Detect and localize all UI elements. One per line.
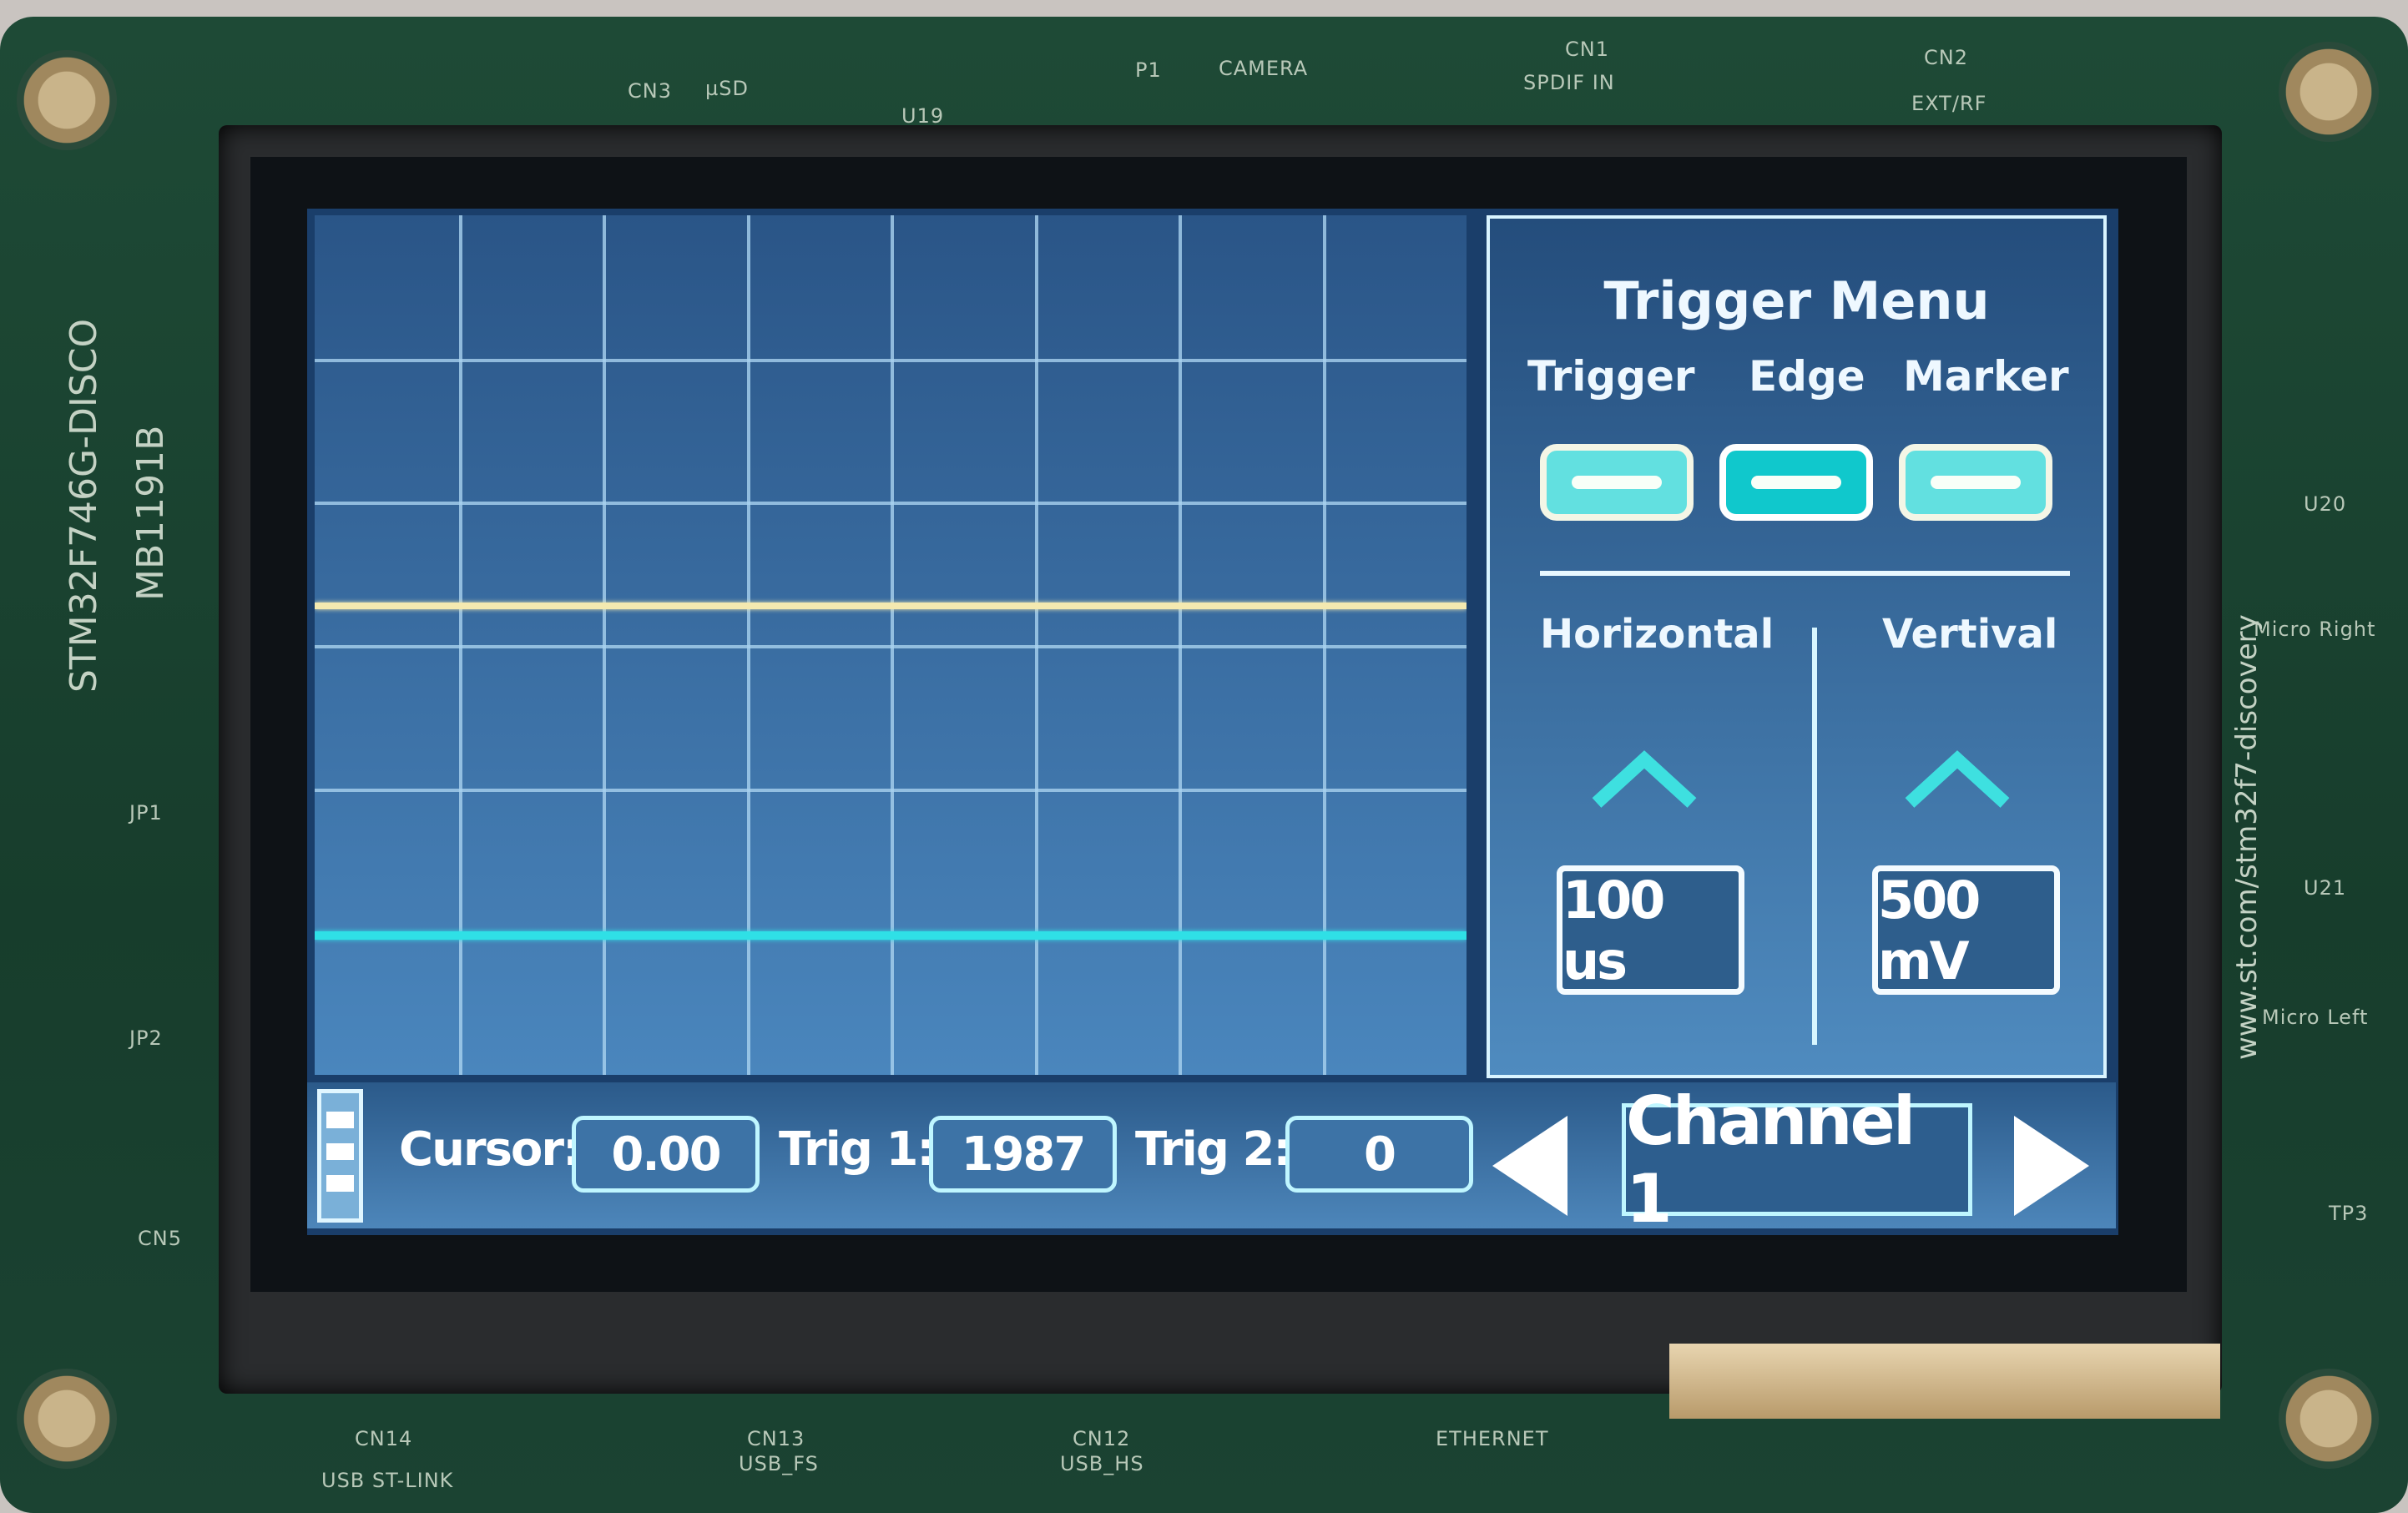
cursor-label: Cursor: <box>399 1122 581 1177</box>
silk-cn13: CN13 <box>747 1427 805 1450</box>
silk-micro-left: Micro Left <box>2262 1006 2369 1029</box>
grid-line-horizontal <box>315 645 1467 648</box>
channel-1-trace <box>315 931 1467 941</box>
silk-ext-rf: EXT/RF <box>1911 92 1987 115</box>
vertical-scale-value[interactable]: 500 mV <box>1872 865 2060 995</box>
trigger-menu-panel: Trigger Menu Trigger Edge Marker Horizon… <box>1487 215 2107 1078</box>
silk-p1: P1 <box>1135 58 1162 82</box>
divider <box>1540 571 2070 576</box>
silk-tp3: TP3 <box>2329 1202 2369 1225</box>
horizontal-label: Horizontal <box>1540 611 1774 658</box>
silk-usb-fs: USB_FS <box>739 1452 819 1475</box>
marker-label: Marker <box>1903 352 2069 401</box>
grid-line-horizontal <box>315 502 1467 506</box>
silk-cn14: CN14 <box>355 1427 413 1450</box>
trig2-label: Trig 2: <box>1135 1122 1292 1177</box>
vertical-label: Vertival <box>1882 611 2058 658</box>
board-revision: MB1191B <box>129 425 172 601</box>
board-url: www.st.com/stm32f7-discovery <box>2230 614 2264 1060</box>
menu-icon[interactable] <box>317 1089 363 1223</box>
silk-cn2: CN2 <box>1924 46 1968 69</box>
silk-u20: U20 <box>2304 492 2347 516</box>
trigger-toggle[interactable] <box>1540 444 1694 521</box>
edge-label: Edge <box>1749 352 1865 401</box>
grid-line-horizontal <box>315 358 1467 362</box>
silk-jp2: JP2 <box>129 1026 163 1050</box>
oscilloscope-plot[interactable] <box>315 215 1467 1075</box>
silk-spdif: SPDIF IN <box>1523 71 1615 94</box>
bottom-bar: Cursor: 0.00 Trig 1: 1987 Trig 2: 0 Chan… <box>307 1082 2116 1238</box>
previous-channel-arrow-icon[interactable] <box>1492 1116 1567 1216</box>
silk-usd: µSD <box>705 77 749 100</box>
trig1-label: Trig 1: <box>779 1122 936 1177</box>
trig1-field[interactable]: 1987 <box>929 1116 1117 1193</box>
silk-usb-hs: USB_HS <box>1060 1452 1144 1475</box>
silk-cn3: CN3 <box>628 79 672 103</box>
silk-u21: U21 <box>2304 876 2347 900</box>
trigger-label: Trigger <box>1527 352 1695 401</box>
board-name: STM32F746G-DISCO <box>63 318 105 693</box>
channel-2-trace <box>315 602 1467 609</box>
mounting-hole <box>17 1369 117 1469</box>
silk-usb-stlink: USB ST-LINK <box>321 1469 454 1492</box>
horizontal-scale-value[interactable]: 100 us <box>1557 865 1744 995</box>
silk-ethernet: ETHERNET <box>1436 1427 1549 1450</box>
silk-u19: U19 <box>901 104 945 128</box>
silk-jp1: JP1 <box>129 801 163 825</box>
cursor-field[interactable]: 0.00 <box>572 1116 760 1193</box>
next-channel-arrow-icon[interactable] <box>2014 1116 2089 1216</box>
mounting-hole <box>2279 42 2379 142</box>
trigger-menu-title: Trigger Menu <box>1603 270 1990 331</box>
grid-line-horizontal <box>315 788 1467 792</box>
mounting-hole <box>2279 1369 2379 1469</box>
silk-cn5: CN5 <box>138 1227 182 1250</box>
trig2-field[interactable]: 0 <box>1285 1116 1473 1193</box>
silk-cn12: CN12 <box>1073 1427 1131 1450</box>
divider-vertical <box>1812 628 1817 1045</box>
edge-toggle[interactable] <box>1719 444 1873 521</box>
silk-cn1: CN1 <box>1565 38 1609 61</box>
mounting-hole <box>17 50 117 150</box>
silk-micro-right: Micro Right <box>2254 618 2376 641</box>
channel-selector[interactable]: Channel 1 <box>1622 1082 1972 1238</box>
display-flex-cable <box>1669 1344 2220 1419</box>
vertical-up-chevron-icon[interactable] <box>1903 744 2012 811</box>
marker-toggle[interactable] <box>1899 444 2052 521</box>
horizontal-up-chevron-icon[interactable] <box>1590 744 1699 811</box>
silk-camera: CAMERA <box>1219 57 1309 80</box>
